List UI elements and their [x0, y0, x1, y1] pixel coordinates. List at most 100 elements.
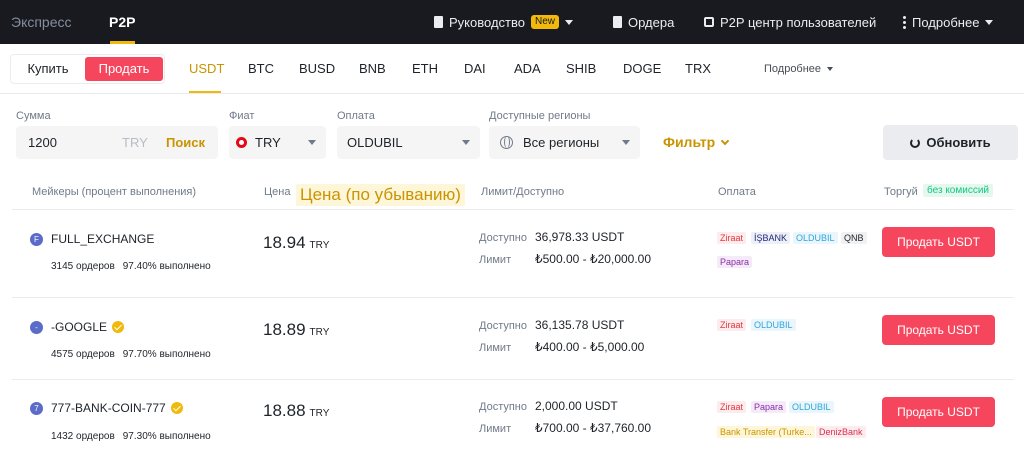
merchant-stats: 4575 ордеров 97.70% выполнено: [51, 349, 211, 360]
fee-tag: без комиссий: [923, 184, 994, 197]
guide-menu[interactable]: Руководство New: [434, 0, 573, 44]
document-icon: [613, 16, 622, 28]
sell-usdt-button[interactable]: Продать USDT: [882, 397, 995, 427]
price-value: 18.89: [263, 320, 306, 339]
asset-tab-eth[interactable]: ETH: [412, 44, 438, 94]
sell-usdt-button[interactable]: Продать USDT: [882, 227, 995, 257]
avatar: 7: [30, 402, 43, 415]
completion-rate: 97.30% выполнено: [122, 431, 211, 442]
asset-tab-btc[interactable]: BTC: [248, 44, 274, 94]
fiat-select[interactable]: TRY: [229, 126, 326, 159]
limit-value: ₺400.00 - ₺5,000.00: [535, 340, 645, 354]
asset-bar: Купить Продать USDT BTC BUSD BNB ETH DAI…: [0, 44, 1024, 94]
asset-tab-doge[interactable]: DOGE: [623, 44, 661, 94]
order-count: 3145 ордеров: [51, 261, 115, 272]
refresh-label: Обновить: [926, 135, 991, 150]
more-menu[interactable]: Подробнее: [903, 0, 994, 44]
chevron-down-icon: [564, 19, 573, 25]
table-row: 7 777-BANK-COIN-777 1432 ордеров 97.30% в…: [12, 379, 1014, 458]
user-center-link[interactable]: P2P центр пользователей: [704, 0, 876, 44]
order-count: 1432 ордеров: [51, 431, 115, 442]
limit-label: Лимит: [479, 423, 512, 435]
tab-express[interactable]: Экспресс: [11, 0, 72, 44]
merchant-name-text: -GOOGLE: [51, 320, 108, 334]
payment-tag: DenizBank: [816, 426, 866, 438]
amount-field[interactable]: 1200 TRY Поиск: [16, 126, 218, 159]
filter-button[interactable]: Фильтр: [663, 126, 730, 159]
price-sort-tag[interactable]: Цена (по убыванию): [296, 184, 465, 206]
amount-label: Сумма: [16, 110, 51, 122]
available-value: 36,978.33 USDT: [535, 230, 625, 244]
region-select[interactable]: Все регионы: [489, 126, 640, 159]
completion-rate: 97.40% выполнено: [122, 261, 211, 272]
payment-select[interactable]: OLDUBIL: [337, 126, 480, 159]
price-currency: TRY: [309, 327, 330, 338]
search-button[interactable]: Поиск: [166, 135, 205, 150]
payment-tag: QNB: [841, 232, 867, 244]
merchant-name[interactable]: 777-BANK-COIN-777: [51, 401, 183, 415]
completion-rate: 97.70% выполнено: [122, 349, 211, 360]
order-count: 4575 ордеров: [51, 349, 115, 360]
price-value: 18.88: [263, 401, 306, 420]
payment-label: Оплата: [337, 110, 375, 122]
payment-tag: İŞBANK: [751, 232, 791, 244]
more-label: Подробнее: [912, 14, 980, 30]
table-row: - -GOOGLE 4575 ордеров 97.70% выполнено 1…: [12, 297, 1014, 379]
chevron-down-icon: [462, 140, 470, 145]
sell-usdt-button[interactable]: Продать USDT: [882, 315, 995, 345]
book-icon: [434, 16, 443, 28]
orders-link[interactable]: Ордера: [613, 0, 674, 44]
user-center-icon: [704, 17, 714, 27]
asset-tab-ada[interactable]: ADA: [514, 44, 541, 94]
asset-tab-busd[interactable]: BUSD: [299, 44, 335, 94]
price: 18.88 TRY: [263, 401, 329, 421]
filter-label: Фильтр: [663, 134, 716, 150]
more-dots-icon: [903, 15, 906, 29]
sell-tab[interactable]: Продать: [85, 57, 163, 81]
merchant-name[interactable]: -GOOGLE: [51, 320, 125, 334]
chevron-down-icon: [622, 140, 630, 145]
asset-tab-usdt[interactable]: USDT: [189, 44, 224, 94]
payment-tag: Ziraat: [717, 319, 747, 331]
refresh-button[interactable]: Обновить: [883, 125, 1018, 160]
price-currency: TRY: [309, 408, 330, 419]
asset-tab-shib[interactable]: SHIB: [566, 44, 596, 94]
payment-tag: OLDUBIL: [789, 401, 834, 413]
refresh-icon: [910, 137, 921, 148]
buy-tab[interactable]: Купить: [13, 57, 83, 81]
guide-label: Руководство: [449, 14, 525, 30]
top-nav: Экспресс P2P Руководство New Ордера P2P …: [0, 0, 1024, 44]
chevron-down-icon: [985, 19, 994, 25]
tab-p2p[interactable]: P2P: [109, 0, 135, 44]
asset-tab-trx[interactable]: TRX: [685, 44, 711, 94]
price-value: 18.94: [263, 233, 306, 252]
asset-tab-bnb[interactable]: BNB: [359, 44, 386, 94]
asset-tab-dai[interactable]: DAI: [464, 44, 486, 94]
trade-toggle: Купить Продать: [10, 54, 165, 84]
user-center-label: P2P центр пользователей: [720, 14, 877, 30]
amount-currency: TRY: [122, 135, 148, 150]
fiat-label: Фиат: [229, 110, 255, 122]
available-label: Доступно: [479, 401, 528, 413]
available-label: Доступно: [479, 232, 528, 244]
price: 18.94 TRY: [263, 233, 329, 253]
region-value: Все регионы: [523, 135, 600, 150]
col-makers: Мейкеры (процент выполнения): [32, 186, 197, 198]
col-price: Цена: [264, 186, 291, 198]
limit-label: Лимит: [479, 342, 512, 354]
available-value: 2,000.00 USDT: [535, 399, 618, 413]
col-limit: Лимит/Доступно: [481, 186, 565, 198]
payment-tag: Papara: [717, 256, 753, 268]
merchant-name-text: 777-BANK-COIN-777: [51, 401, 166, 415]
fiat-value: TRY: [255, 135, 281, 150]
merchant-name[interactable]: FULL_EXCHANGE: [51, 232, 154, 246]
col-trade: Торгуй: [884, 186, 918, 198]
assets-more-label: Подробнее: [764, 63, 822, 75]
assets-more-dropdown[interactable]: Подробнее: [764, 44, 834, 94]
asset-underline: [189, 91, 221, 93]
merchant-stats: 3145 ордеров 97.40% выполнено: [51, 261, 211, 272]
turkey-flag-icon: [236, 137, 247, 148]
available-label: Доступно: [479, 320, 528, 332]
amount-input[interactable]: 1200: [28, 135, 57, 150]
available-value: 36,135.78 USDT: [535, 318, 625, 332]
